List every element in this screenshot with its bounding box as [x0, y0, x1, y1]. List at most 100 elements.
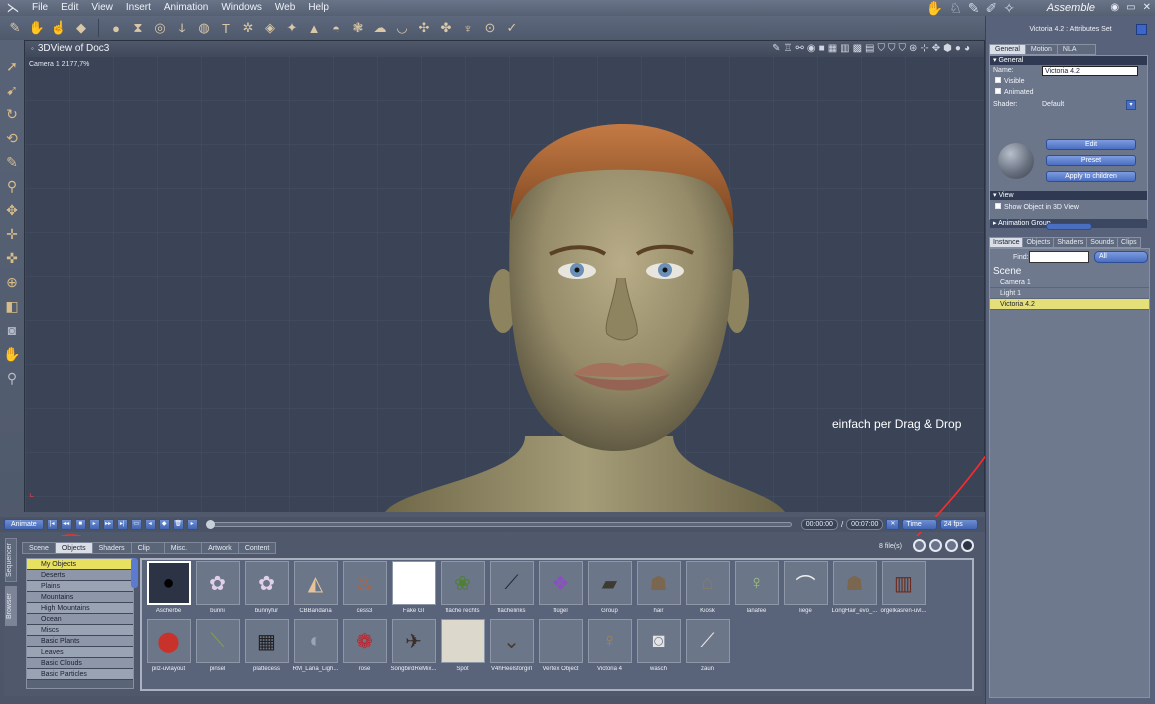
asset-item[interactable]: ◙ wasch — [634, 619, 683, 677]
play-icon[interactable]: ▸ — [88, 519, 100, 530]
cylinder-icon[interactable]: ⧗ — [129, 19, 147, 37]
asset-item[interactable]: ▦ plattecess — [242, 619, 291, 677]
category-item[interactable]: Mountains — [27, 592, 133, 603]
asset-item[interactable]: ▰ Group — [585, 561, 634, 619]
menu-windows[interactable]: Windows — [215, 0, 269, 16]
wire-a-icon[interactable]: ⊛ — [909, 42, 917, 55]
diamond-object-icon[interactable]: ◈ — [261, 19, 279, 37]
smooth-shade-icon[interactable]: ● — [955, 42, 961, 55]
panel-pin-icon[interactable] — [1136, 24, 1147, 35]
camera-a-icon[interactable]: ⛉ — [878, 42, 886, 55]
star-object-icon[interactable]: ✦ — [283, 19, 301, 37]
visible-checkbox[interactable] — [995, 77, 1001, 83]
category-item[interactable]: High Mountains — [27, 603, 133, 614]
prev-key-icon[interactable]: ◂ — [144, 519, 156, 530]
asset-item[interactable]: ✿ bunnyfur — [242, 561, 291, 619]
wire-b-icon[interactable]: ⊹ — [920, 42, 928, 55]
select-arrow-icon[interactable]: ➚ — [2, 56, 22, 76]
scene-item[interactable]: Camera 1 — [990, 277, 1149, 288]
plane-tool-icon[interactable]: ◧ — [2, 296, 22, 316]
asset-item[interactable]: ⌄ V4hHeelsforgirl — [487, 619, 536, 677]
asset-item[interactable]: ♨ cess3 — [340, 561, 389, 619]
bucket-tool-icon[interactable]: ◆ — [72, 19, 90, 37]
current-time[interactable]: 00:00:00 — [800, 519, 838, 530]
viewport-canvas[interactable]: Camera 1 2177,7% einfach per Drag & Drop… — [25, 56, 984, 512]
torus-icon[interactable]: ◎ — [151, 19, 169, 37]
category-item[interactable]: Plains — [27, 581, 133, 592]
tab-inst-shaders[interactable]: Shaders — [1053, 237, 1088, 248]
show-object-checkbox[interactable] — [995, 203, 1001, 209]
asset-item[interactable]: ☗ LongHair_evo_... — [830, 561, 879, 619]
tab-clips[interactable]: Clips — [1117, 237, 1141, 248]
text-object-icon[interactable]: T — [217, 19, 235, 37]
asset-item[interactable]: ❖ flügel — [536, 561, 585, 619]
animated-row[interactable]: Animated — [990, 87, 1147, 98]
asset-item[interactable]: ⟋ zaun — [683, 619, 732, 677]
category-scrollbar[interactable] — [131, 558, 138, 588]
triple-view-icon[interactable]: ▥ — [840, 42, 849, 55]
category-item[interactable]: Basic Clouds — [27, 658, 133, 669]
bone-object-icon[interactable]: ✤ — [437, 19, 455, 37]
asset-item[interactable]: ⟍ pinsel — [193, 619, 242, 677]
cone-object-icon[interactable]: ▲ — [305, 19, 323, 37]
category-item[interactable]: Miscs — [27, 625, 133, 636]
tab-clip[interactable]: Clip — [130, 542, 165, 554]
asset-item[interactable]: ♀ Victoria 4 — [585, 619, 634, 677]
filter-select[interactable]: All — [1094, 251, 1148, 263]
blob-object-icon[interactable]: ❃ — [349, 19, 367, 37]
asset-item[interactable]: ▥ orgelkasren-uvl... — [879, 561, 928, 619]
grid-view-icon[interactable]: ▤ — [865, 42, 874, 55]
scene-item[interactable]: Victoria 4.2 — [990, 299, 1149, 310]
stop-icon[interactable]: ■ — [74, 519, 86, 530]
loop-icon[interactable]: ▭ — [130, 519, 142, 530]
animate-button[interactable]: Animate — [4, 519, 44, 530]
delete-key-icon[interactable]: 🗑 — [172, 519, 184, 530]
bowl-object-icon[interactable]: ◡ — [393, 19, 411, 37]
asset-item[interactable]: ✿ bunni — [193, 561, 242, 619]
asset-item[interactable]: ♀ lanafee — [732, 561, 781, 619]
wire-c-icon[interactable]: ✥ — [932, 42, 940, 55]
zoom-icon[interactable]: ⚲ — [2, 368, 22, 388]
menu-view[interactable]: View — [85, 0, 120, 16]
pencil-tool-icon[interactable]: ✎ — [2, 152, 22, 172]
maximize-icon[interactable]: ▭ — [1126, 0, 1135, 16]
tab-scene[interactable]: Scene — [22, 542, 56, 554]
menu-animation[interactable]: Animation — [158, 0, 215, 16]
gear-object-icon[interactable]: ✲ — [239, 19, 257, 37]
close-icon[interactable]: ✕ — [1143, 0, 1151, 16]
view-mode-radio-2[interactable] — [929, 539, 942, 552]
ring-icon[interactable]: ◍ — [195, 19, 213, 37]
asset-item[interactable]: Vertex Object — [536, 619, 585, 677]
menu-insert[interactable]: Insert — [120, 0, 158, 16]
asset-item[interactable]: ⌂ Kiosk — [683, 561, 732, 619]
shell-object-icon[interactable]: ◓ — [327, 19, 345, 37]
view-section-header[interactable]: ▾ View — [990, 191, 1147, 200]
flat-shade-icon[interactable]: ⬢ — [943, 42, 952, 55]
viewport-3d[interactable]: ◦ 3DView of Doc3 ✎ ♖ ⚯ ◉ ■ ▦ ▥ ▩ ▤ ⛉ ⛉ ⛉… — [24, 40, 985, 512]
camera-c-icon[interactable]: ⛉ — [899, 42, 907, 55]
panel-splitter-handle[interactable] — [1046, 223, 1092, 230]
preset-button[interactable]: Preset — [1046, 155, 1136, 166]
twist-icon[interactable]: ⟲ — [2, 128, 22, 148]
rotate-icon[interactable]: ↻ — [2, 104, 22, 124]
pen-room-icon[interactable]: ✐ — [986, 0, 998, 16]
side-tab-browser[interactable]: Browser — [5, 586, 17, 626]
asset-item[interactable]: ⌒ liege — [781, 561, 830, 619]
fast-forward-icon[interactable]: ▸▸ — [102, 519, 114, 530]
scene-item[interactable]: Light 1 — [990, 288, 1149, 299]
category-item[interactable]: Leaves — [27, 647, 133, 658]
camera-b-icon[interactable]: ⛉ — [888, 42, 896, 55]
cloud-object-icon[interactable]: ☁ — [371, 19, 389, 37]
brush-tool-icon[interactable]: ✎ — [6, 19, 24, 37]
view-mode-radio-3[interactable] — [945, 539, 958, 552]
asset-item[interactable]: ❀ fläche rechts — [438, 561, 487, 619]
asset-item[interactable]: ⟋ flächelinks — [487, 561, 536, 619]
asset-item[interactable]: Fake GI — [389, 561, 438, 619]
next-key-icon[interactable]: ▸ — [186, 519, 198, 530]
apply-to-children-button[interactable]: Apply to children — [1046, 171, 1136, 182]
category-item[interactable]: Basic Particles — [27, 669, 133, 680]
single-view-icon[interactable]: ■ — [819, 42, 825, 55]
asset-item[interactable]: ✈ SongbirdReMix... — [389, 619, 438, 677]
quad-view-icon[interactable]: ▩ — [853, 42, 862, 55]
time-close-icon[interactable]: ✕ — [886, 519, 900, 530]
